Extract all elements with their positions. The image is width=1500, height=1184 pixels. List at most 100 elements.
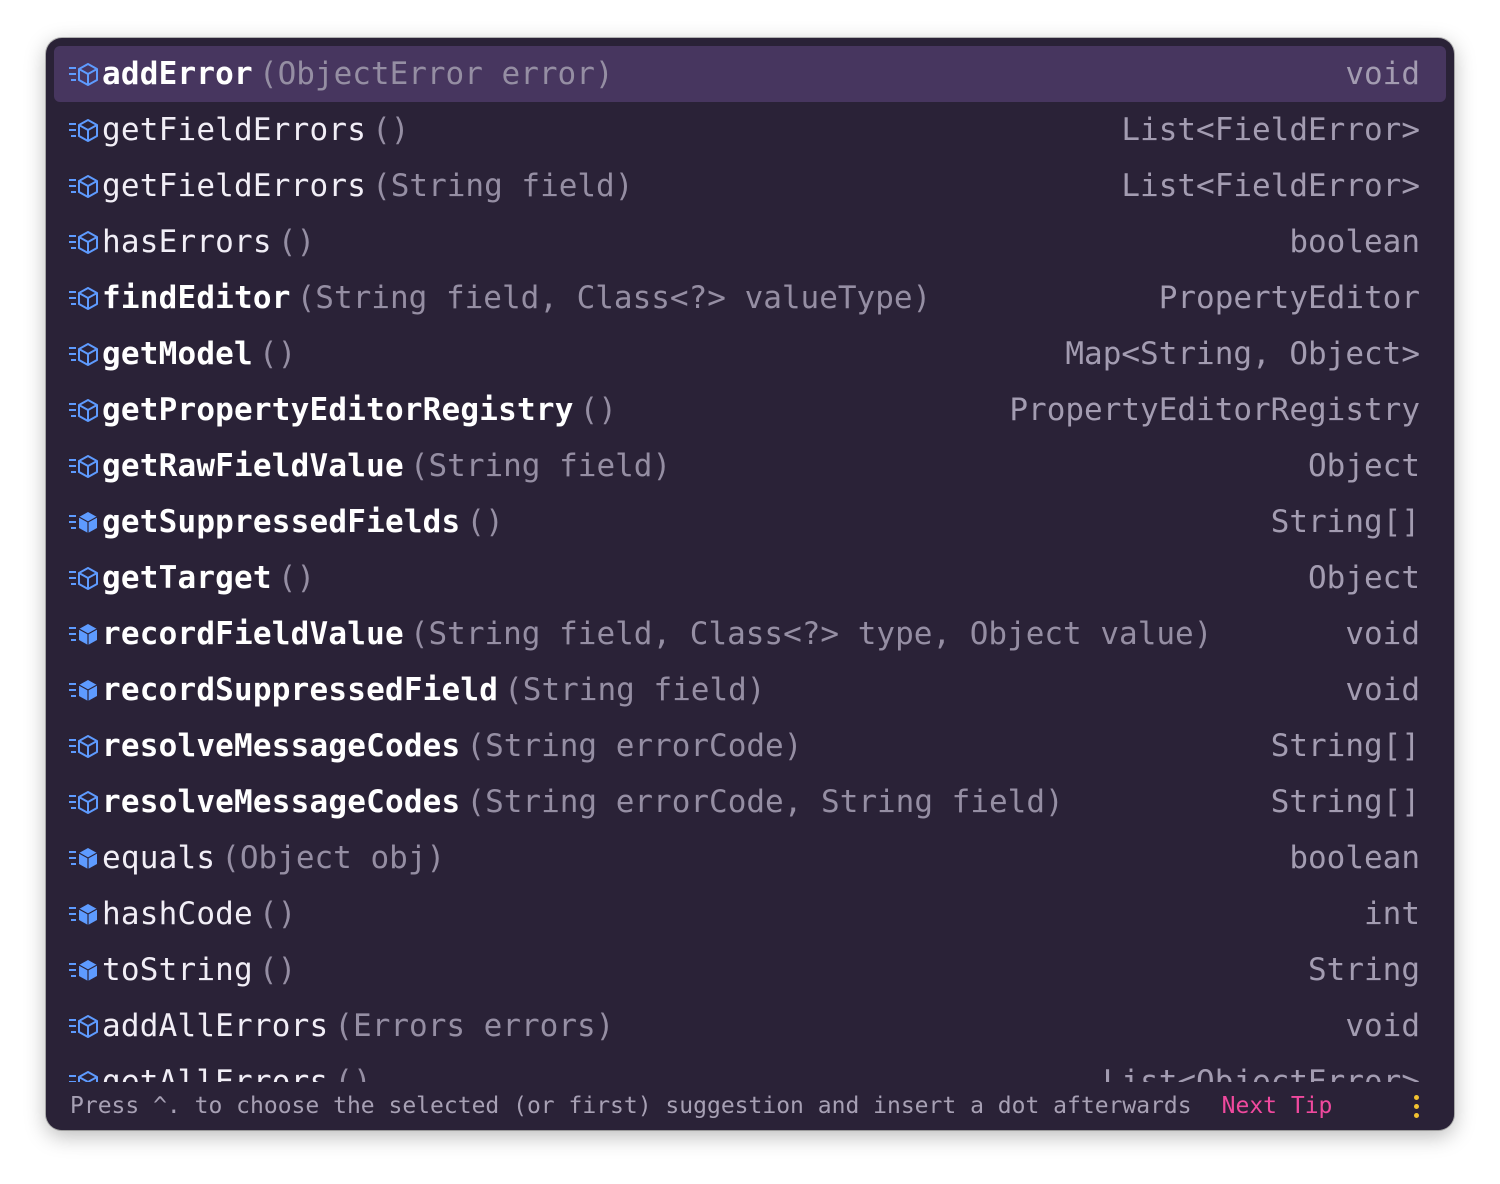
return-type: String[] (1270, 504, 1420, 540)
return-type: String (1308, 952, 1420, 988)
next-tip-link[interactable]: Next Tip (1222, 1093, 1333, 1119)
return-type: PropertyEditorRegistry (1009, 392, 1420, 428)
suggestion-item[interactable]: getFieldErrors() List<FieldError> (54, 102, 1446, 158)
suggestion-item[interactable]: resolveMessageCodes (String errorCode, St… (54, 774, 1446, 830)
method-params: () (258, 952, 297, 988)
method-icon (68, 731, 102, 761)
suggestion-item[interactable]: addError (ObjectError error) void (54, 46, 1446, 102)
method-icon (68, 171, 102, 201)
method-icon (68, 1067, 102, 1082)
vertical-dots-icon[interactable] (1406, 1091, 1426, 1121)
return-type: List<ObjectError> (1102, 1064, 1420, 1082)
method-name: hashCode (102, 896, 253, 932)
suggestion-item[interactable]: getRawFieldValue (String field) Object (54, 438, 1446, 494)
method-icon (68, 59, 102, 89)
method-params: (String errorCode, String field) (466, 784, 1064, 820)
method-params: () (372, 112, 410, 148)
method-params: () (277, 224, 316, 260)
return-type: int (1364, 896, 1420, 932)
suggestion-item[interactable]: getFieldErrors (String field) List<FieldEr… (54, 158, 1446, 214)
method-params: (String field) (504, 672, 766, 708)
method-name: toString (102, 952, 253, 988)
method-params: () (466, 504, 504, 540)
method-params: (String errorCode) (466, 728, 803, 764)
method-filled-icon (68, 619, 102, 649)
footer-hint: Press ^. to choose the selected (or firs… (70, 1093, 1192, 1119)
method-name: recordFieldValue (102, 616, 404, 652)
suggestion-item[interactable]: recordSuppressedField (String field) void (54, 662, 1446, 718)
method-filled-icon (68, 675, 102, 705)
method-name: getFieldErrors (102, 112, 367, 148)
return-type: void (1345, 616, 1420, 652)
suggestion-item[interactable]: getTarget() Object (54, 550, 1446, 606)
suggestion-item[interactable]: addAllErrors (Errors errors) void (54, 998, 1446, 1054)
suggestion-item[interactable]: getAllErrors () List<ObjectError> (54, 1054, 1446, 1082)
method-name: getFieldErrors (102, 168, 367, 204)
method-icon (68, 563, 102, 593)
method-params: (Object obj) (221, 840, 446, 876)
method-params: () (334, 1064, 372, 1082)
method-icon (68, 339, 102, 369)
method-icon (68, 451, 102, 481)
method-name: hasErrors (102, 224, 272, 260)
method-icon (68, 115, 102, 145)
method-params: () (579, 392, 617, 428)
method-icon (68, 227, 102, 257)
popup-footer: Press ^. to choose the selected (or firs… (46, 1082, 1454, 1130)
method-name: addError (102, 56, 253, 92)
return-type: boolean (1289, 224, 1420, 260)
suggestion-item[interactable]: getPropertyEditorRegistry() PropertyEdito… (54, 382, 1446, 438)
method-name: getSuppressedFields (102, 504, 461, 540)
suggestion-item[interactable]: getSuppressedFields() String[] (54, 494, 1446, 550)
method-name: getPropertyEditorRegistry (102, 392, 574, 428)
method-name: recordSuppressedField (102, 672, 499, 708)
return-type: Object (1308, 560, 1420, 596)
method-params: () (258, 336, 297, 372)
method-name: addAllErrors (102, 1008, 329, 1044)
return-type: List<FieldError> (1121, 168, 1420, 204)
method-name: equals (102, 840, 216, 876)
method-name: getRawFieldValue (102, 448, 404, 484)
method-icon (68, 1011, 102, 1041)
method-name: getTarget (102, 560, 272, 596)
method-icon (68, 283, 102, 313)
suggestion-item[interactable]: toString() String (54, 942, 1446, 998)
return-type: String[] (1270, 728, 1420, 764)
method-name: getModel (102, 336, 253, 372)
return-type: List<FieldError> (1121, 112, 1420, 148)
method-filled-icon (68, 899, 102, 929)
method-filled-icon (68, 507, 102, 537)
method-icon (68, 395, 102, 425)
suggestion-item[interactable]: resolveMessageCodes (String errorCode) Str… (54, 718, 1446, 774)
return-type: void (1345, 1008, 1420, 1044)
method-filled-icon (68, 955, 102, 985)
method-params: (ObjectError error) (258, 56, 614, 92)
return-type: PropertyEditor (1158, 280, 1420, 316)
suggestion-item[interactable]: equals (Object obj) boolean (54, 830, 1446, 886)
suggestion-item[interactable]: getModel() Map<String, Object> (54, 326, 1446, 382)
return-type: void (1345, 56, 1420, 92)
method-params: (String field, Class<?> valueType) (296, 280, 932, 316)
method-params: () (258, 896, 297, 932)
method-filled-icon (68, 843, 102, 873)
suggestion-item[interactable]: findEditor (String field, Class<?> valueT… (54, 270, 1446, 326)
method-params: (String field) (372, 168, 634, 204)
completion-popup: addError (ObjectError error) void getFieldE… (46, 38, 1454, 1130)
return-type: void (1345, 672, 1420, 708)
suggestion-list[interactable]: addError (ObjectError error) void getFieldE… (46, 46, 1454, 1082)
return-type: boolean (1289, 840, 1420, 876)
return-type: Map<String, Object> (1065, 336, 1420, 372)
suggestion-item[interactable]: hashCode() int (54, 886, 1446, 942)
method-params: () (277, 560, 316, 596)
method-icon (68, 787, 102, 817)
suggestion-item[interactable]: hasErrors() boolean (54, 214, 1446, 270)
suggestion-item[interactable]: recordFieldValue (String field, Class<?> … (54, 606, 1446, 662)
method-name: getAllErrors (102, 1064, 329, 1082)
return-type: String[] (1270, 784, 1420, 820)
method-params: (String field, Class<?> type, Object val… (409, 616, 1213, 652)
method-name: resolveMessageCodes (102, 784, 461, 820)
method-name: findEditor (102, 280, 291, 316)
method-params: (String field) (409, 448, 672, 484)
method-name: resolveMessageCodes (102, 728, 461, 764)
return-type: Object (1308, 448, 1420, 484)
